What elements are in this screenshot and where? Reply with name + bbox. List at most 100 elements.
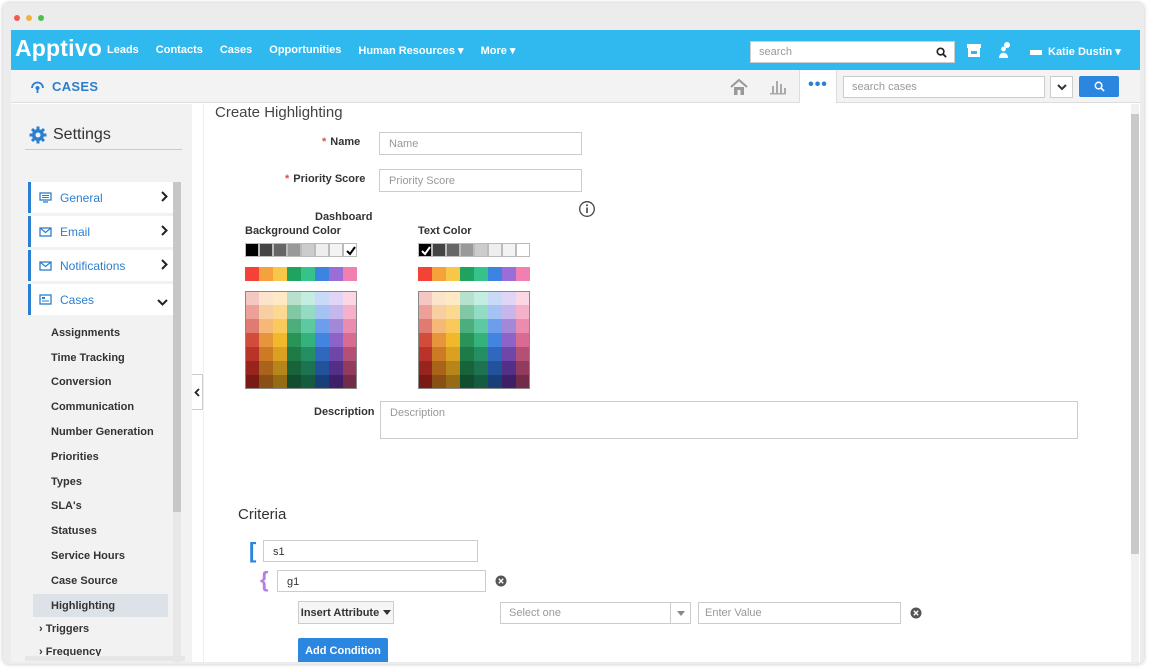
background-color-swatch[interactable] bbox=[315, 361, 329, 375]
text-color-swatch[interactable] bbox=[516, 361, 530, 375]
add-condition-button[interactable]: Add Condition bbox=[298, 638, 388, 662]
sidebar-item-number-generation[interactable]: Number Generation bbox=[51, 426, 154, 438]
background-color-swatch[interactable] bbox=[343, 291, 357, 305]
background-color-swatch[interactable] bbox=[273, 333, 287, 347]
text-color-swatch[interactable] bbox=[488, 243, 502, 257]
minimize-dot[interactable] bbox=[26, 15, 32, 21]
g1-input[interactable]: g1 bbox=[277, 570, 486, 592]
text-color-swatch[interactable] bbox=[432, 267, 446, 281]
text-color-swatch[interactable] bbox=[502, 243, 516, 257]
text-color-swatch[interactable] bbox=[460, 347, 474, 361]
user-menu[interactable]: Katie Dustin ▾ bbox=[1030, 45, 1121, 58]
sidebar-menu-cases[interactable]: Cases bbox=[28, 284, 173, 315]
text-color-swatch[interactable] bbox=[460, 333, 474, 347]
background-color-swatch[interactable] bbox=[343, 267, 357, 281]
text-color-swatch[interactable] bbox=[446, 333, 460, 347]
sidebar-item-priorities[interactable]: Priorities bbox=[51, 451, 99, 463]
nav-cases[interactable]: Cases bbox=[220, 44, 252, 57]
text-color-swatch[interactable] bbox=[418, 375, 432, 389]
sidebar-item-service-hours[interactable]: Service Hours bbox=[51, 550, 125, 562]
info-icon[interactable] bbox=[578, 200, 596, 218]
sidebar-item-types[interactable]: Types bbox=[51, 476, 82, 488]
text-color-swatch[interactable] bbox=[474, 291, 488, 305]
text-color-swatch[interactable] bbox=[432, 305, 446, 319]
background-color-swatch[interactable] bbox=[301, 319, 315, 333]
background-color-swatch[interactable] bbox=[273, 319, 287, 333]
background-color-swatch[interactable] bbox=[273, 243, 287, 257]
condition-value-input[interactable]: Enter Value bbox=[698, 602, 901, 624]
sidebar-item-time-tracking[interactable]: Time Tracking bbox=[51, 352, 125, 364]
global-search-button[interactable] bbox=[929, 41, 955, 63]
background-color-swatch[interactable] bbox=[245, 319, 259, 333]
sidebar-scrollbar-thumb[interactable] bbox=[173, 182, 181, 512]
background-color-swatch[interactable] bbox=[259, 375, 273, 389]
background-color-swatch[interactable] bbox=[301, 305, 315, 319]
background-color-swatch[interactable] bbox=[329, 361, 343, 375]
text-color-swatch[interactable] bbox=[502, 291, 516, 305]
remove-condition-icon[interactable] bbox=[910, 607, 922, 619]
text-color-swatch[interactable] bbox=[432, 333, 446, 347]
global-search-input[interactable]: search bbox=[750, 41, 930, 63]
background-color-swatch[interactable] bbox=[343, 361, 357, 375]
apptivo-logo[interactable]: Apptivo bbox=[15, 35, 102, 62]
text-color-swatch[interactable] bbox=[474, 375, 488, 389]
sidebar-item-triggers[interactable]: › Triggers bbox=[39, 623, 89, 635]
search-type-dropdown[interactable] bbox=[1050, 76, 1073, 98]
background-color-swatch[interactable] bbox=[245, 243, 259, 257]
search-cases-input[interactable]: search cases bbox=[843, 76, 1045, 98]
background-color-swatch[interactable] bbox=[273, 375, 287, 389]
background-color-swatch[interactable] bbox=[245, 347, 259, 361]
priority-score-input[interactable]: Priority Score bbox=[379, 169, 582, 192]
background-color-swatch[interactable] bbox=[287, 243, 301, 257]
text-color-swatch[interactable] bbox=[502, 319, 516, 333]
maximize-dot[interactable] bbox=[38, 15, 44, 21]
text-color-swatch[interactable] bbox=[418, 305, 432, 319]
text-color-swatch[interactable] bbox=[516, 319, 530, 333]
background-color-swatch[interactable] bbox=[287, 333, 301, 347]
background-color-swatch[interactable] bbox=[301, 243, 315, 257]
text-color-swatch[interactable] bbox=[474, 333, 488, 347]
background-color-swatch[interactable] bbox=[273, 267, 287, 281]
background-color-swatch[interactable] bbox=[245, 333, 259, 347]
background-color-swatch[interactable] bbox=[245, 267, 259, 281]
sidebar-item-case-source[interactable]: Case Source bbox=[51, 575, 118, 587]
background-color-swatch[interactable] bbox=[287, 375, 301, 389]
text-color-swatch[interactable] bbox=[418, 243, 432, 257]
text-color-swatch[interactable] bbox=[432, 375, 446, 389]
background-color-swatch[interactable] bbox=[301, 375, 315, 389]
text-color-swatch[interactable] bbox=[488, 291, 502, 305]
background-color-swatch[interactable] bbox=[245, 375, 259, 389]
sidebar-menu-notifications[interactable]: Notifications bbox=[28, 250, 173, 281]
text-color-swatch[interactable] bbox=[474, 243, 488, 257]
condition-operator-select[interactable]: Select one bbox=[500, 602, 691, 624]
main-scrollbar-thumb[interactable] bbox=[1131, 114, 1139, 554]
nav-leads[interactable]: Leads bbox=[107, 44, 139, 57]
text-color-swatch[interactable] bbox=[460, 361, 474, 375]
background-color-swatch[interactable] bbox=[329, 267, 343, 281]
background-color-swatch[interactable] bbox=[301, 333, 315, 347]
text-color-swatch[interactable] bbox=[516, 305, 530, 319]
nav-more[interactable]: More ▾ bbox=[481, 44, 516, 57]
text-color-swatch[interactable] bbox=[418, 319, 432, 333]
text-color-swatch[interactable] bbox=[460, 375, 474, 389]
text-color-swatch[interactable] bbox=[488, 361, 502, 375]
text-color-swatch[interactable] bbox=[488, 319, 502, 333]
text-color-swatch[interactable] bbox=[460, 243, 474, 257]
text-color-swatch[interactable] bbox=[488, 267, 502, 281]
text-color-swatch[interactable] bbox=[502, 305, 516, 319]
remove-group-icon[interactable] bbox=[495, 575, 507, 587]
background-color-swatch[interactable] bbox=[287, 347, 301, 361]
background-color-swatch[interactable] bbox=[259, 243, 273, 257]
text-color-swatch[interactable] bbox=[446, 319, 460, 333]
search-cases-button[interactable] bbox=[1079, 76, 1119, 97]
text-color-swatch[interactable] bbox=[418, 347, 432, 361]
text-color-swatch[interactable] bbox=[474, 319, 488, 333]
bar-chart-icon[interactable] bbox=[769, 78, 787, 95]
background-color-swatch[interactable] bbox=[245, 305, 259, 319]
background-color-swatch[interactable] bbox=[287, 319, 301, 333]
background-color-swatch[interactable] bbox=[287, 267, 301, 281]
background-color-swatch[interactable] bbox=[329, 333, 343, 347]
home-icon[interactable] bbox=[729, 78, 749, 96]
background-color-swatch[interactable] bbox=[301, 291, 315, 305]
text-color-swatch[interactable] bbox=[418, 361, 432, 375]
